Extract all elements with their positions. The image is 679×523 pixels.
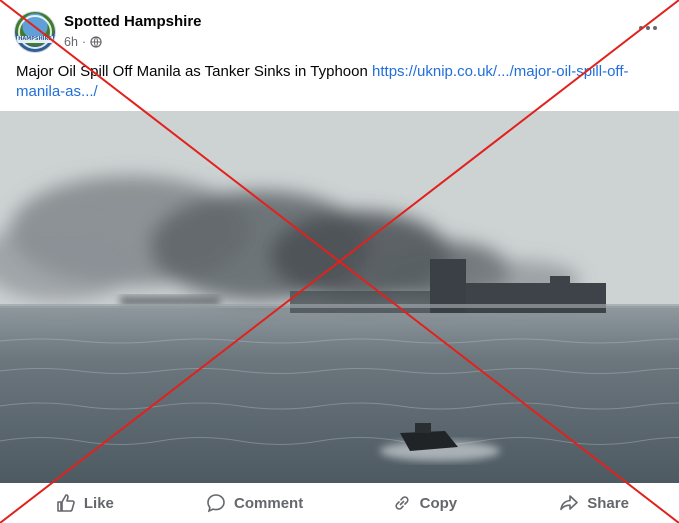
copy-link-button[interactable]: Copy [340, 483, 510, 523]
sea [0, 306, 679, 483]
copy-label: Copy [419, 494, 458, 512]
avatar-ring [18, 15, 52, 49]
like-button[interactable]: Like [0, 483, 170, 523]
share-label: Share [587, 494, 629, 512]
post-time[interactable]: 6h [64, 35, 78, 49]
meta-separator: · [81, 35, 87, 49]
link-icon [395, 496, 409, 510]
comment-label: Comment [234, 494, 304, 512]
avatar-banner-text: HAMPSHIRE [17, 36, 53, 43]
dot [646, 26, 650, 30]
page-avatar[interactable]: HAMPSHIRE [14, 11, 56, 53]
horizon-line [0, 304, 679, 308]
comment-button[interactable]: Comment [170, 483, 340, 523]
photo-scene [0, 111, 679, 483]
post-message-text: Major Oil Spill Off Manila as Tanker Sin… [16, 63, 373, 80]
dot [653, 26, 657, 30]
page-name-link[interactable]: Spotted Hampshire [64, 13, 202, 30]
globe-icon[interactable] [90, 36, 102, 48]
post-meta: 6h · [64, 35, 102, 49]
dot [639, 26, 643, 30]
post-message: Major Oil Spill Off Manila as Tanker Sin… [16, 62, 666, 102]
like-icon [57, 494, 75, 512]
more-options-icon[interactable] [636, 20, 660, 36]
post-action-bar: Like Comment Copy Share [0, 483, 679, 523]
like-label: Like [83, 494, 114, 512]
share-icon [560, 495, 579, 511]
comment-icon [207, 494, 225, 513]
share-button[interactable]: Share [509, 483, 679, 523]
facebook-post: HAMPSHIRE Spotted Hampshire 6h · Major O… [0, 0, 679, 523]
post-header: HAMPSHIRE Spotted Hampshire 6h · [0, 0, 679, 60]
post-photo[interactable] [0, 111, 679, 483]
